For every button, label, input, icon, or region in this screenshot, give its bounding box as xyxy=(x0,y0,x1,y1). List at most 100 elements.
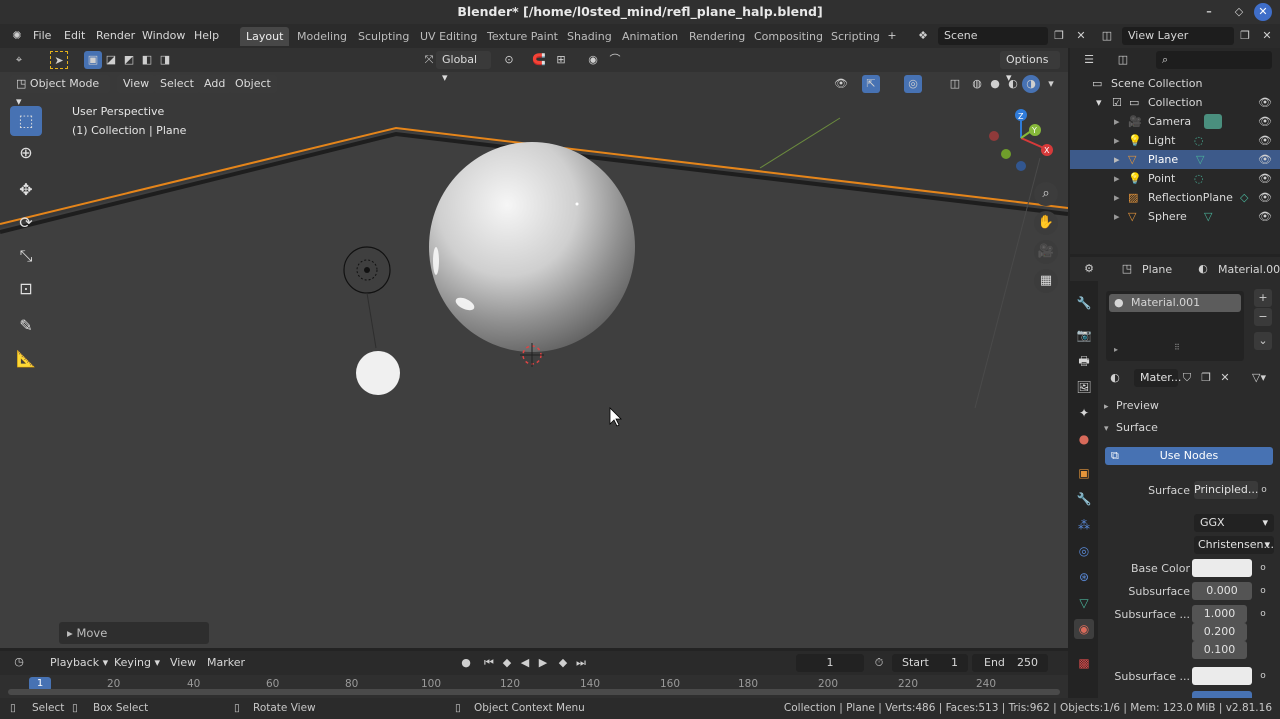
outliner-item-camera[interactable]: ▸ 🎥 Camera 👁 xyxy=(1070,112,1280,131)
link-socket-icon[interactable]: o xyxy=(1258,484,1270,496)
surface-shader-field[interactable]: Principled... xyxy=(1194,481,1258,499)
menu-playback[interactable]: Playback ▾ xyxy=(50,655,108,671)
select-mode-subtract-icon[interactable]: ◩ xyxy=(120,51,138,69)
mode-dropdown[interactable]: ◳ Object Mode ▾ xyxy=(10,75,110,108)
menu-help[interactable]: Help xyxy=(194,28,219,44)
metallic-field-partial[interactable] xyxy=(1192,691,1252,698)
link-socket-icon[interactable]: o xyxy=(1257,585,1269,597)
browse-material-icon[interactable]: ◐ xyxy=(1106,369,1124,387)
overlay-toggle-icon[interactable]: ◎ xyxy=(904,75,922,93)
next-keyframe-icon[interactable]: ◆ xyxy=(554,654,572,672)
data-tab-icon[interactable]: ▽ xyxy=(1074,593,1094,613)
outliner-collection[interactable]: ▾ ☑ ▭ Collection 👁 xyxy=(1070,93,1280,112)
select-mode-intersect-icon[interactable]: ◨ xyxy=(156,51,174,69)
tab-layout[interactable]: Layout xyxy=(240,27,290,46)
link-socket-icon[interactable]: o xyxy=(1257,670,1269,682)
menu-add[interactable]: Add xyxy=(198,75,232,93)
base-color-swatch[interactable] xyxy=(1192,559,1252,577)
tool-tab-icon[interactable]: 🔧 xyxy=(1074,293,1094,313)
new-view-layer-icon[interactable]: ❐ xyxy=(1236,27,1254,45)
physics-tab-icon[interactable]: ◎ xyxy=(1074,541,1094,561)
gizmo-toggle-icon[interactable]: ⇱ xyxy=(862,75,880,93)
rotate-tool-button[interactable]: ⟳ xyxy=(10,208,42,238)
constraints-tab-icon[interactable]: ⊛ xyxy=(1074,567,1094,587)
eye-icon[interactable]: 👁 xyxy=(1258,150,1272,169)
zoom-button[interactable]: ⌕ xyxy=(1034,182,1058,206)
tab-compositing[interactable]: Compositing xyxy=(748,27,829,46)
maximize-icon[interactable]: ◇ xyxy=(1230,3,1248,21)
add-slot-icon[interactable]: + xyxy=(1254,289,1272,307)
jump-end-icon[interactable]: ⏭ xyxy=(572,654,590,672)
remove-slot-icon[interactable]: − xyxy=(1254,308,1272,326)
shading-solid-icon[interactable]: ● xyxy=(986,75,1004,93)
menu-view[interactable]: View xyxy=(117,75,156,93)
add-workspace-icon[interactable]: + xyxy=(883,27,901,45)
remove-view-layer-icon[interactable]: ✕ xyxy=(1258,27,1276,45)
current-frame-field[interactable]: 1 xyxy=(796,654,864,672)
menu-edit[interactable]: Edit xyxy=(64,28,85,44)
particles-tab-icon[interactable]: ⁂ xyxy=(1074,515,1094,535)
menu-select[interactable]: Select xyxy=(154,75,200,93)
3d-viewport[interactable]: Z X Y ⌖ ➤ ▣ ◪ ◩ ◧ ◨ ⤧ Global ▾ ⊙ 🧲 ⊞ ◉ ⌒… xyxy=(0,48,1068,648)
properties-editor-icon[interactable]: ⚙ xyxy=(1080,260,1098,278)
options-dropdown[interactable]: Options ▾ xyxy=(1000,51,1060,84)
outliner-item-sphere[interactable]: ▸ ▽ Sphere ▽ 👁 xyxy=(1070,207,1280,226)
scene-tab-icon[interactable]: ✦ xyxy=(1074,403,1094,423)
snap-icon[interactable]: 🧲 xyxy=(530,51,548,69)
eye-icon[interactable]: 👁 xyxy=(1258,188,1272,207)
select-mode-new-icon[interactable]: ▣ xyxy=(84,51,102,69)
clock-icon[interactable]: ⏱ xyxy=(870,654,888,672)
play-reverse-icon[interactable]: ◀ xyxy=(516,654,534,672)
tab-modeling[interactable]: Modeling xyxy=(291,27,353,46)
menu-window[interactable]: Window xyxy=(142,28,185,44)
eye-icon[interactable]: 👁 xyxy=(1258,169,1272,188)
duplicate-material-icon[interactable]: ❐ xyxy=(1197,369,1215,387)
subsurface-radius-z[interactable]: 0.100 xyxy=(1192,641,1247,659)
view-layer-icon[interactable]: ◫ xyxy=(1098,27,1116,45)
expand-icon[interactable]: ▸ xyxy=(1114,345,1118,354)
end-frame-field[interactable]: End 250 xyxy=(972,654,1048,672)
measure-tool-button[interactable]: 📐 xyxy=(10,344,42,374)
render-tab-icon[interactable]: 📷 xyxy=(1074,325,1094,345)
timeline-scrollbar[interactable] xyxy=(8,689,1060,695)
slot-menu-icon[interactable]: ⌄ xyxy=(1254,332,1272,350)
outliner-scene-collection[interactable]: ▭ Scene Collection xyxy=(1070,74,1280,93)
select-mode-extend-icon[interactable]: ◪ xyxy=(102,51,120,69)
eye-icon[interactable]: 👁 xyxy=(1258,207,1272,226)
material-name-field[interactable]: Mater... xyxy=(1134,369,1181,387)
outliner-item-point[interactable]: ▸ 💡 Point ◌ 👁 xyxy=(1070,169,1280,188)
distribution-dropdown[interactable]: GGX ▾ xyxy=(1194,514,1274,532)
snap-target-icon[interactable]: ⊞ xyxy=(552,51,570,69)
unlink-material-icon[interactable]: ✕ xyxy=(1216,369,1234,387)
fake-user-icon[interactable]: ⛉ xyxy=(1178,369,1196,387)
tab-uv-editing[interactable]: UV Editing xyxy=(414,27,483,46)
xray-icon[interactable]: ◫ xyxy=(946,75,964,93)
tab-shading[interactable]: Shading xyxy=(561,27,618,46)
transform-orientation-dropdown[interactable]: Global ▾ xyxy=(436,51,491,84)
tab-animation[interactable]: Animation xyxy=(616,27,684,46)
world-tab-icon[interactable]: ● xyxy=(1074,429,1094,449)
cursor-tool-button[interactable]: ⊕ xyxy=(10,138,42,168)
scale-tool-button[interactable]: ⤡ xyxy=(10,241,42,271)
outliner-item-light[interactable]: ▸ 💡 Light ◌ 👁 xyxy=(1070,131,1280,150)
object-tab-icon[interactable]: ▣ xyxy=(1074,463,1094,483)
close-icon[interactable]: ✕ xyxy=(1254,3,1272,21)
subsurface-radius-y[interactable]: 0.200 xyxy=(1192,623,1247,641)
move-tool-button[interactable]: ✥ xyxy=(10,175,42,205)
camera-view-button[interactable]: 🎥 xyxy=(1034,240,1058,264)
resize-handle[interactable]: ⠿ xyxy=(1174,343,1180,352)
shading-options-icon[interactable]: ▾ xyxy=(1042,75,1060,93)
transform-tool-button[interactable]: ⊡ xyxy=(10,274,42,304)
tweak-tool-button[interactable]: ⬚ xyxy=(10,106,42,136)
menu-marker[interactable]: Marker xyxy=(207,655,245,671)
eye-icon[interactable]: 👁 xyxy=(1258,93,1272,112)
eye-icon[interactable]: 👁 xyxy=(1258,131,1272,150)
subsurface-radius-x[interactable]: 1.000 xyxy=(1192,605,1247,623)
menu-render[interactable]: Render xyxy=(96,28,135,44)
tab-rendering[interactable]: Rendering xyxy=(683,27,751,46)
menu-timeline-view[interactable]: View xyxy=(170,655,196,671)
pan-button[interactable]: ✋ xyxy=(1034,211,1058,235)
link-type-icon[interactable]: ▽▾ xyxy=(1244,369,1274,387)
subsurface-color-swatch[interactable] xyxy=(1192,667,1252,685)
checkbox-icon[interactable]: ☑ xyxy=(1112,93,1122,112)
